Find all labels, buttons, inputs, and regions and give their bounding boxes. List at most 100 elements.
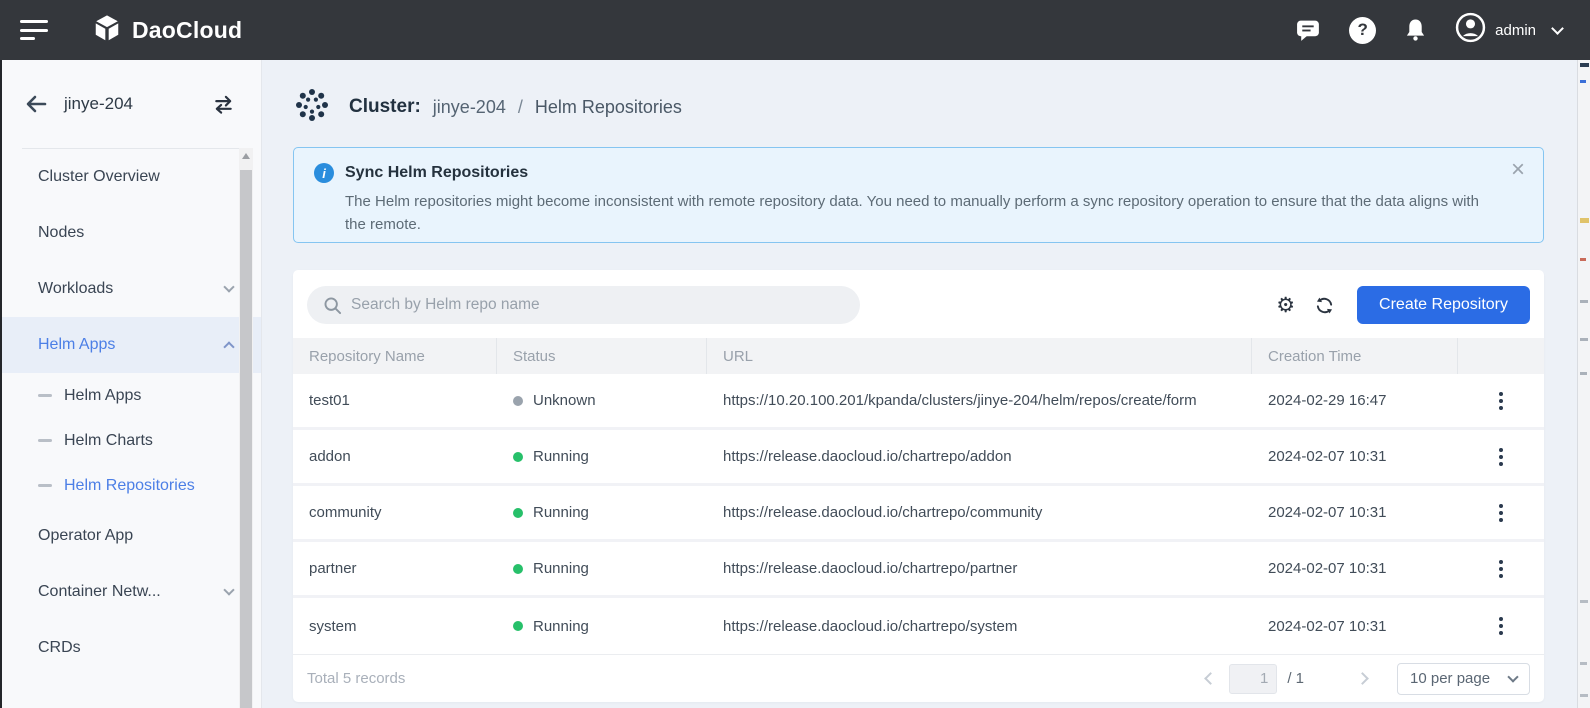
page-size-select[interactable]: 10 per page [1397, 663, 1530, 695]
sidebar-item-label: Nodes [38, 224, 233, 242]
page-count-text: / 1 [1287, 670, 1304, 687]
sidebar-cluster-name: jinye-204 [64, 94, 133, 114]
search-input[interactable] [351, 296, 844, 314]
kebab-menu-icon[interactable] [1493, 386, 1509, 416]
settings-gear-icon[interactable]: ⚙ [1276, 295, 1295, 316]
column-header-actions [1458, 338, 1544, 374]
creation-time: 2024-02-29 16:47 [1252, 374, 1458, 427]
column-header-url: URL [707, 338, 1252, 374]
brand-logo[interactable]: DaoCloud [92, 13, 242, 48]
creation-time: 2024-02-07 10:31 [1252, 486, 1458, 539]
table-row[interactable]: test01 Unknown https://10.20.100.201/kpa… [293, 374, 1544, 430]
table-row[interactable]: addon Running https://release.daocloud.i… [293, 430, 1544, 486]
sidebar-item-label: Operator App [38, 527, 233, 545]
user-menu[interactable]: admin [1455, 12, 1562, 48]
app-window: DaoCloud ? [0, 0, 1590, 708]
next-page-icon[interactable] [1356, 672, 1369, 685]
chevron-down-icon [223, 584, 234, 595]
breadcrumb-cluster-link[interactable]: jinye-204 [433, 97, 506, 118]
sidebar-item-label: Helm Apps [38, 336, 225, 354]
submenu-dash-icon [38, 394, 52, 397]
kebab-menu-icon[interactable] [1493, 498, 1509, 528]
repo-status: Running [497, 486, 707, 539]
chevron-up-icon [223, 341, 234, 352]
sidebar-item-crds[interactable]: CRDs [2, 620, 261, 676]
sidebar-scrollbar[interactable] [239, 148, 253, 708]
table-row[interactable]: community Running https://release.daoclo… [293, 486, 1544, 542]
column-header-status: Status [497, 338, 707, 374]
hamburger-menu-icon[interactable] [20, 20, 48, 40]
sidebar-item-label: Container Netw... [38, 583, 225, 601]
help-icon[interactable]: ? [1349, 17, 1376, 44]
status-dot-icon [513, 621, 523, 631]
daocloud-cube-icon [92, 13, 122, 48]
sidebar-item-container-network[interactable]: Container Netw... [2, 564, 261, 620]
sidebar-item-nodes[interactable]: Nodes [2, 205, 261, 261]
chevron-down-icon [1507, 671, 1518, 682]
chat-icon[interactable] [1295, 18, 1322, 43]
repo-url: https://release.daocloud.io/chartrepo/co… [707, 486, 1252, 539]
sidebar-item-cluster-overview[interactable]: Cluster Overview [2, 149, 261, 205]
scrollbar-thumb[interactable] [240, 170, 252, 708]
repo-url: https://release.daocloud.io/chartrepo/pa… [707, 542, 1252, 595]
table-row[interactable]: system Running https://release.daocloud.… [293, 598, 1544, 654]
status-label: Running [533, 504, 589, 521]
sidebar-item-operator-app[interactable]: Operator App [2, 508, 261, 564]
refresh-icon[interactable] [1314, 295, 1335, 316]
submenu-dash-icon [38, 484, 52, 487]
column-header-repository-name: Repository Name [293, 338, 497, 374]
cluster-dots-icon [293, 86, 331, 129]
sidebar-item-helm-charts[interactable]: Helm Charts [2, 418, 261, 463]
status-label: Running [533, 448, 589, 465]
status-dot-icon [513, 396, 523, 406]
page-number-input[interactable] [1229, 664, 1277, 694]
search-box[interactable] [307, 286, 860, 324]
chevron-down-icon [223, 281, 234, 292]
sidebar-item-workloads[interactable]: Workloads [2, 261, 261, 317]
sync-info-banner: i Sync Helm Repositories The Helm reposi… [293, 147, 1544, 243]
previous-page-icon[interactable] [1204, 672, 1217, 685]
submenu-dash-icon [38, 439, 52, 442]
repo-url: https://10.20.100.201/kpanda/clusters/ji… [707, 374, 1252, 427]
repo-name: test01 [293, 374, 497, 427]
banner-close-icon[interactable]: × [1511, 158, 1525, 182]
pagination: / 1 10 per page [1206, 663, 1530, 695]
search-icon [323, 296, 342, 315]
sidebar-item-label: Helm Repositories [64, 477, 233, 495]
sidebar-item-helm-apps-sub[interactable]: Helm Apps [2, 373, 261, 418]
table-footer: Total 5 records / 1 10 per page [293, 654, 1544, 702]
create-repository-button[interactable]: Create Repository [1357, 286, 1530, 324]
page-minimap[interactable] [1577, 60, 1590, 708]
creation-time: 2024-02-07 10:31 [1252, 598, 1458, 654]
table-row[interactable]: partner Running https://release.daocloud… [293, 542, 1544, 598]
status-dot-icon [513, 508, 523, 518]
main-content: Cluster: jinye-204 / Helm Repositories i… [262, 60, 1590, 708]
status-label: Unknown [533, 392, 596, 409]
breadcrumb-separator: / [518, 97, 523, 118]
sidebar-item-label: Helm Charts [64, 432, 233, 450]
creation-time: 2024-02-07 10:31 [1252, 430, 1458, 483]
sidebar-item-helm-apps[interactable]: Helm Apps [2, 317, 261, 373]
creation-time: 2024-02-07 10:31 [1252, 542, 1458, 595]
breadcrumb: Cluster: jinye-204 / Helm Repositories [293, 82, 1544, 132]
repo-url: https://release.daocloud.io/chartrepo/ad… [707, 430, 1252, 483]
repo-url: https://release.daocloud.io/chartrepo/sy… [707, 598, 1252, 654]
back-arrow-icon[interactable] [24, 93, 48, 115]
sidebar: jinye-204 Cluster Overview Nodes Workloads… [2, 60, 262, 708]
scrollbar-up-arrow-icon[interactable] [242, 153, 250, 159]
notification-bell-icon[interactable] [1403, 17, 1428, 43]
banner-title: Sync Helm Repositories [345, 164, 528, 182]
kebab-menu-icon[interactable] [1493, 611, 1509, 641]
repo-status: Unknown [497, 374, 707, 427]
status-label: Running [533, 618, 589, 635]
kebab-menu-icon[interactable] [1493, 442, 1509, 472]
sidebar-item-label: Workloads [38, 280, 225, 298]
breadcrumb-current-page: Helm Repositories [535, 97, 682, 118]
repo-name: addon [293, 430, 497, 483]
sidebar-menu: Cluster Overview Nodes Workloads Helm Apps H… [2, 149, 261, 676]
total-records-text: Total 5 records [307, 670, 405, 687]
sidebar-item-helm-repositories[interactable]: Helm Repositories [2, 463, 261, 508]
kebab-menu-icon[interactable] [1493, 554, 1509, 584]
switch-cluster-icon[interactable] [212, 94, 235, 115]
table-toolbar: ⚙ Create Repository [293, 270, 1544, 338]
